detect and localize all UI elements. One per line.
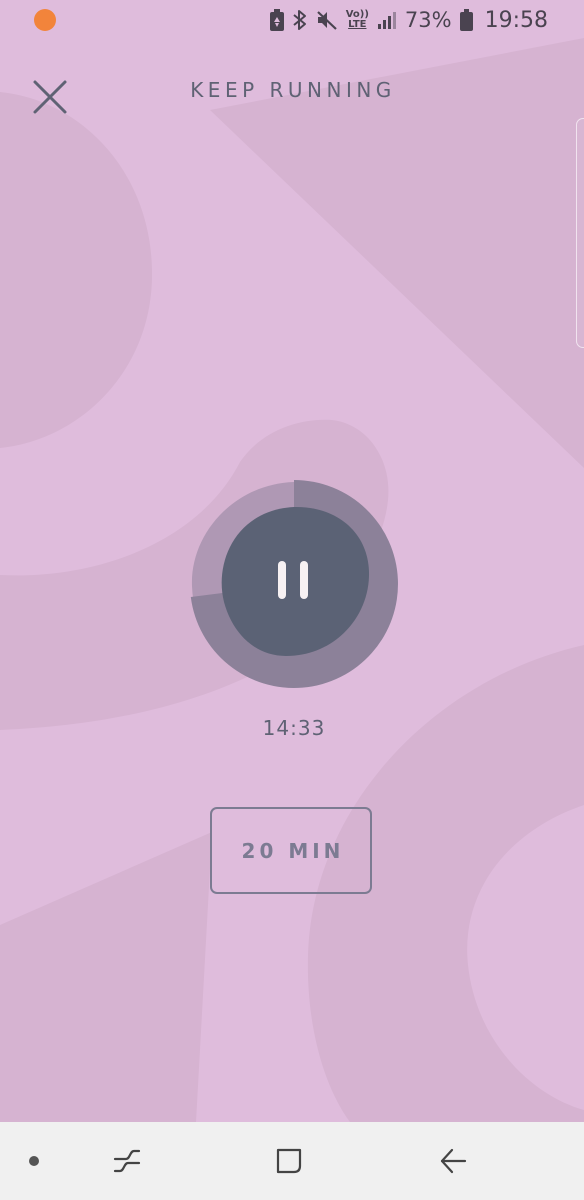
recents-button[interactable] — [100, 1122, 154, 1200]
battery-percent: 73% — [404, 8, 452, 32]
back-button[interactable] — [426, 1122, 480, 1200]
clock: 19:58 — [484, 7, 548, 33]
navigation-bar — [0, 1122, 584, 1200]
status-bar: Vo)) LTE 73% 19:58 — [0, 0, 584, 40]
battery-icon — [459, 9, 473, 31]
edge-panel-handle[interactable] — [576, 118, 584, 348]
elapsed-time: 14:33 — [262, 716, 326, 740]
recents-icon — [113, 1149, 141, 1173]
bluetooth-icon — [293, 10, 306, 30]
notification-dot-icon — [34, 9, 56, 31]
home-button[interactable] — [262, 1122, 316, 1200]
battery-saver-icon — [269, 9, 284, 31]
status-icons: Vo)) LTE 73% 19:58 — [269, 6, 548, 34]
page-title: KEEP RUNNING — [190, 78, 396, 102]
pause-button[interactable] — [216, 506, 370, 656]
mute-icon — [316, 11, 337, 30]
home-icon — [276, 1148, 302, 1174]
back-icon — [440, 1148, 467, 1174]
duration-button[interactable]: 20 MIN — [210, 807, 372, 894]
signal-icon — [377, 12, 396, 29]
nav-dot-button[interactable] — [14, 1122, 54, 1200]
volte-icon: Vo)) LTE — [346, 10, 369, 30]
lte-label: LTE — [348, 19, 367, 30]
dot-icon — [29, 1156, 39, 1166]
